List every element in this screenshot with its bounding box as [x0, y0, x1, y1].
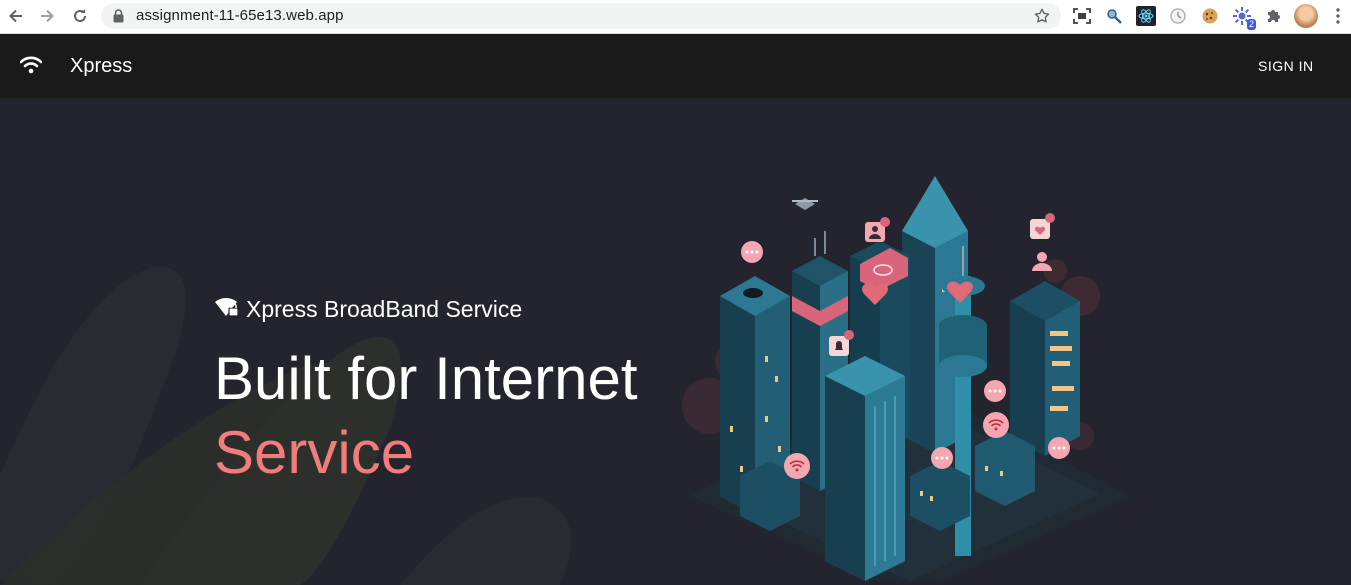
tower-front — [825, 356, 905, 581]
screenshot-icon[interactable] — [1072, 6, 1092, 26]
sign-in-button[interactable]: SIGN IN — [1258, 58, 1314, 74]
wifi-bubble-icon — [784, 453, 810, 479]
url-text[interactable]: assignment-11-65e13.web.app — [136, 7, 344, 24]
search-ext-icon[interactable] — [1104, 6, 1124, 26]
bookmark-star-icon[interactable] — [1033, 7, 1051, 30]
back-icon[interactable] — [5, 5, 27, 27]
forward-icon[interactable] — [36, 5, 58, 27]
city-illustration — [682, 176, 1130, 581]
tagline: Xpress BroadBand Service — [214, 296, 522, 323]
user-notification-icon — [865, 217, 890, 242]
react-icon[interactable] — [1136, 6, 1156, 26]
tower-right — [1010, 281, 1080, 456]
chat-bubble-icon — [984, 380, 1006, 402]
avatar[interactable] — [1294, 4, 1318, 28]
heart-notification-icon — [1030, 213, 1055, 239]
lock-icon[interactable] — [113, 9, 124, 28]
menu-icon[interactable] — [1328, 6, 1348, 26]
chat-bubble-icon — [931, 447, 953, 469]
headline: Built for Internet — [214, 345, 638, 412]
wifi-lock-icon — [214, 296, 240, 323]
reload-icon[interactable] — [69, 5, 91, 27]
background-shapes — [0, 266, 572, 585]
brand-name[interactable]: Xpress — [70, 55, 132, 78]
cookie-icon[interactable] — [1200, 6, 1220, 26]
timer-icon[interactable] — [1168, 6, 1188, 26]
extension-badge: 2 — [1246, 19, 1256, 30]
wifi-bubble-icon — [983, 412, 1009, 438]
tagline-text: Xpress BroadBand Service — [246, 296, 523, 322]
chat-bubble-icon — [1048, 437, 1070, 459]
app-header: Xpress SIGN IN — [0, 34, 1351, 98]
wifi-icon[interactable] — [19, 56, 43, 79]
drone-icon — [792, 198, 818, 210]
address-bar[interactable]: assignment-11-65e13.web.app — [101, 3, 1061, 29]
chat-bubble-icon — [741, 241, 763, 263]
gear-ext-icon[interactable]: 2 — [1232, 6, 1256, 30]
headline-accent: Service — [214, 419, 415, 486]
puzzle-icon[interactable] — [1264, 6, 1284, 26]
browser-toolbar: assignment-11-65e13.web.app 2 — [0, 0, 1351, 34]
hero-section: Xpress BroadBand Service Built for Inter… — [0, 98, 1351, 585]
